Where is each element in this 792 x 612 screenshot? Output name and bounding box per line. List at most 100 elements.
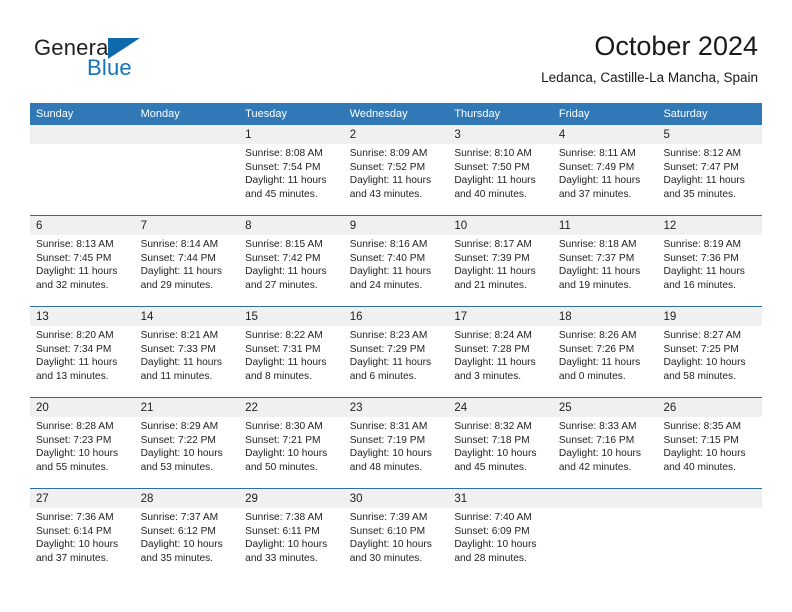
calendar-day-cell[interactable]: 2 Sunrise: 8:09 AM Sunset: 7:52 PM Daylight… [343,125,449,215]
page-subtitle: Ledanca, Castille-La Mancha, Spain [541,70,758,85]
sunset-text: Sunset: 7:49 PM [558,161,635,173]
daylight-text-line2: and 45 minutes. [245,188,318,200]
daylight-text-line1: Daylight: 11 hours [349,357,432,369]
daylight-text-line2: and 27 minutes. [245,279,318,291]
calendar-day-cell-empty [134,125,240,215]
calendar-page: General Blue October 2024 Ledanca, Casti… [0,0,792,612]
calendar-day-cell[interactable]: 31 Sunrise: 7:40 AM Sunset: 6:09 PM Dayligh… [448,489,553,579]
calendar-day-cell[interactable]: 21 Sunrise: 8:29 AM Sunset: 7:22 PM Dayligh… [134,398,240,488]
day-sun-info: Sunrise: 8:18 AM Sunset: 7:37 PM Daylight:… [553,235,658,292]
sunset-text: Sunset: 6:11 PM [245,525,320,537]
day-number: 12 [663,220,677,232]
calendar-day-cell[interactable]: 11 Sunrise: 8:18 AM Sunset: 7:37 PM Dayligh… [552,216,658,306]
daylight-text-line2: and 24 minutes. [349,279,423,291]
sunrise-text: Sunrise: 8:08 AM [245,148,323,159]
day-number: 6 [36,220,43,232]
day-number-band: 9 [343,216,449,235]
day-number: 9 [349,220,357,232]
day-number: 30 [349,493,363,505]
calendar-day-cell[interactable]: 12 Sunrise: 8:19 AM Sunset: 7:36 PM Dayligh… [657,216,763,306]
sunrise-text: Sunrise: 7:38 AM [245,512,323,523]
generalblue-logo[interactable]: General Blue [34,36,264,88]
daylight-text-line2: and 19 minutes. [558,279,632,291]
calendar-day-cell[interactable]: 18 Sunrise: 8:26 AM Sunset: 7:26 PM Dayligh… [552,307,658,397]
sunset-text: Sunset: 7:22 PM [140,434,216,446]
calendar-day-cell[interactable]: 6 Sunrise: 8:13 AM Sunset: 7:45 PM Daylight… [30,216,135,306]
sunrise-text: Sunrise: 8:27 AM [663,330,742,341]
calendar-day-cell[interactable]: 10 Sunrise: 8:17 AM Sunset: 7:39 PM Dayligh… [448,216,553,306]
calendar-week-row: 20 Sunrise: 8:28 AM Sunset: 7:23 PM Dayligh… [30,397,763,488]
day-number: 31 [454,493,468,505]
daylight-text-line1: Daylight: 11 hours [558,266,641,278]
sunrise-text: Sunrise: 8:13 AM [36,239,114,250]
calendar-day-cell[interactable]: 17 Sunrise: 8:24 AM Sunset: 7:28 PM Dayligh… [448,307,553,397]
day-number-band: 20 [30,398,135,417]
sunrise-text: Sunrise: 8:22 AM [245,330,323,341]
daylight-text-line2: and 11 minutes. [140,370,213,382]
day-number: 10 [454,220,468,232]
calendar-day-cell[interactable]: 13 Sunrise: 8:20 AM Sunset: 7:34 PM Dayligh… [30,307,135,397]
calendar-day-cell[interactable]: 19 Sunrise: 8:27 AM Sunset: 7:25 PM Dayligh… [657,307,763,397]
sunset-text: Sunset: 7:40 PM [349,252,426,264]
calendar-day-cell[interactable]: 26 Sunrise: 8:35 AM Sunset: 7:15 PM Dayligh… [657,398,763,488]
calendar-day-cell[interactable]: 8 Sunrise: 8:15 AM Sunset: 7:42 PM Daylight… [239,216,344,306]
calendar-day-cell[interactable]: 14 Sunrise: 8:21 AM Sunset: 7:33 PM Dayligh… [134,307,240,397]
calendar-day-cell[interactable]: 24 Sunrise: 8:32 AM Sunset: 7:18 PM Dayligh… [448,398,553,488]
calendar-day-cell[interactable]: 22 Sunrise: 8:30 AM Sunset: 7:21 PM Dayligh… [239,398,344,488]
calendar-day-cell[interactable]: 28 Sunrise: 7:37 AM Sunset: 6:12 PM Dayligh… [134,489,240,579]
sunset-text: Sunset: 6:12 PM [140,525,216,537]
day-sun-info: Sunrise: 8:16 AM Sunset: 7:40 PM Daylight:… [344,235,449,292]
daylight-text-line1: Daylight: 11 hours [36,266,118,278]
calendar-day-cell[interactable]: 23 Sunrise: 8:31 AM Sunset: 7:19 PM Dayligh… [343,398,449,488]
calendar-day-cell[interactable]: 27 Sunrise: 7:36 AM Sunset: 6:14 PM Dayligh… [30,489,135,579]
calendar-day-cell[interactable]: 5 Sunrise: 8:12 AM Sunset: 7:47 PM Daylight… [657,125,763,215]
daylight-text-line2: and 37 minutes. [36,552,109,564]
daylight-text-line2: and 42 minutes. [558,461,632,473]
sunset-text: Sunset: 7:47 PM [663,161,739,173]
sunrise-text: Sunrise: 8:28 AM [36,421,114,432]
daylight-text-line1: Daylight: 10 hours [140,539,223,551]
daylight-text-line1: Daylight: 10 hours [663,357,746,369]
calendar-day-cell[interactable]: 4 Sunrise: 8:11 AM Sunset: 7:49 PM Daylight… [552,125,658,215]
calendar-day-cell[interactable]: 16 Sunrise: 8:23 AM Sunset: 7:29 PM Dayligh… [343,307,449,397]
sunrise-text: Sunrise: 8:16 AM [349,239,428,250]
daylight-text-line2: and 50 minutes. [245,461,318,473]
calendar-week-row: 13 Sunrise: 8:20 AM Sunset: 7:34 PM Dayligh… [30,306,763,397]
day-number-band [552,489,658,508]
sunrise-text: Sunrise: 7:40 AM [454,512,532,523]
calendar-day-cell[interactable]: 15 Sunrise: 8:22 AM Sunset: 7:31 PM Dayligh… [239,307,344,397]
calendar-day-cell[interactable]: 20 Sunrise: 8:28 AM Sunset: 7:23 PM Dayligh… [30,398,135,488]
calendar-day-cell[interactable]: 25 Sunrise: 8:33 AM Sunset: 7:16 PM Dayligh… [552,398,658,488]
calendar-day-cell[interactable]: 3 Sunrise: 8:10 AM Sunset: 7:50 PM Daylight… [448,125,553,215]
sunrise-text: Sunrise: 8:31 AM [349,421,428,432]
sunrise-text: Sunrise: 7:37 AM [140,512,219,523]
daylight-text-line1: Daylight: 10 hours [663,448,746,460]
day-number-band: 17 [448,307,553,326]
calendar-day-cell[interactable]: 29 Sunrise: 7:38 AM Sunset: 6:11 PM Dayligh… [239,489,344,579]
day-number: 15 [245,311,258,323]
weekday-header-saturday: Saturday [663,108,708,120]
daylight-text-line1: Daylight: 10 hours [245,539,328,551]
daylight-text-line2: and 8 minutes. [245,370,312,382]
day-sun-info: Sunrise: 8:21 AM Sunset: 7:33 PM Daylight:… [135,326,240,383]
calendar-weeks: 1 Sunrise: 8:08 AM Sunset: 7:54 PM Daylight… [30,125,763,579]
weekday-header-sunday: Sunday [36,108,74,120]
sunrise-text: Sunrise: 8:24 AM [454,330,532,341]
calendar-day-cell[interactable]: 9 Sunrise: 8:16 AM Sunset: 7:40 PM Daylight… [343,216,449,306]
calendar-day-cell[interactable]: 7 Sunrise: 8:14 AM Sunset: 7:44 PM Daylight… [134,216,240,306]
daylight-text-line1: Daylight: 11 hours [454,175,536,187]
daylight-text-line2: and 30 minutes. [349,552,423,564]
calendar-day-cell[interactable]: 30 Sunrise: 7:39 AM Sunset: 6:10 PM Dayligh… [343,489,449,579]
day-number-band: 29 [239,489,344,508]
sunset-text: Sunset: 7:18 PM [454,434,530,446]
sunrise-text: Sunrise: 8:15 AM [245,239,323,250]
daylight-text-line2: and 0 minutes. [558,370,626,382]
day-sun-info: Sunrise: 8:19 AM Sunset: 7:36 PM Daylight:… [657,235,762,292]
sunset-text: Sunset: 7:36 PM [663,252,739,264]
title-block: October 2024 Ledanca, Castille-La Mancha… [541,30,758,86]
daylight-text-line2: and 40 minutes. [663,461,736,473]
day-number-band: 3 [448,125,553,144]
daylight-text-line2: and 48 minutes. [349,461,423,473]
calendar-day-cell[interactable]: 1 Sunrise: 8:08 AM Sunset: 7:54 PM Daylight… [239,125,344,215]
sunset-text: Sunset: 7:16 PM [558,434,635,446]
